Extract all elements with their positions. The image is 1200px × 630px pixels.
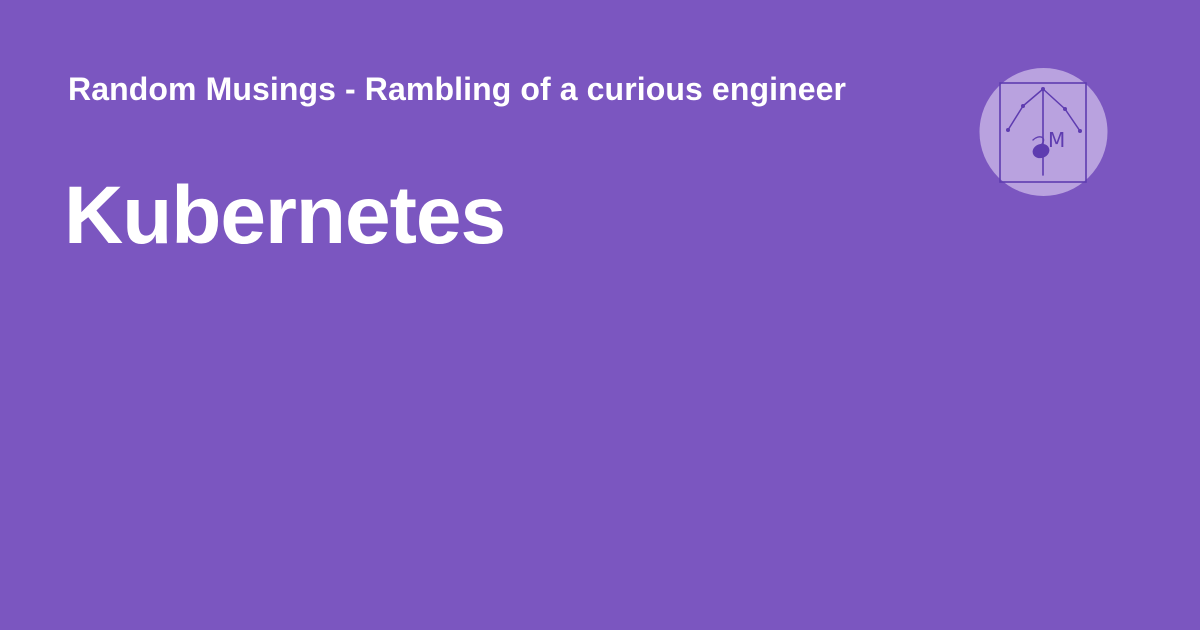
site-logo: M [978, 67, 1109, 197]
social-preview-card: Random Musings - Rambling of a curious e… [0, 0, 1200, 630]
logo-node [1041, 87, 1045, 91]
logo-node [1006, 128, 1010, 132]
logo-node [1021, 104, 1025, 108]
logo-node [1063, 107, 1067, 111]
page-title: Kubernetes [64, 170, 506, 261]
logo-monogram: M [1048, 128, 1065, 152]
logo-node [1078, 129, 1082, 133]
site-title: Random Musings - Rambling of a curious e… [68, 71, 847, 107]
random-musings-logo-icon: M [979, 68, 1108, 196]
